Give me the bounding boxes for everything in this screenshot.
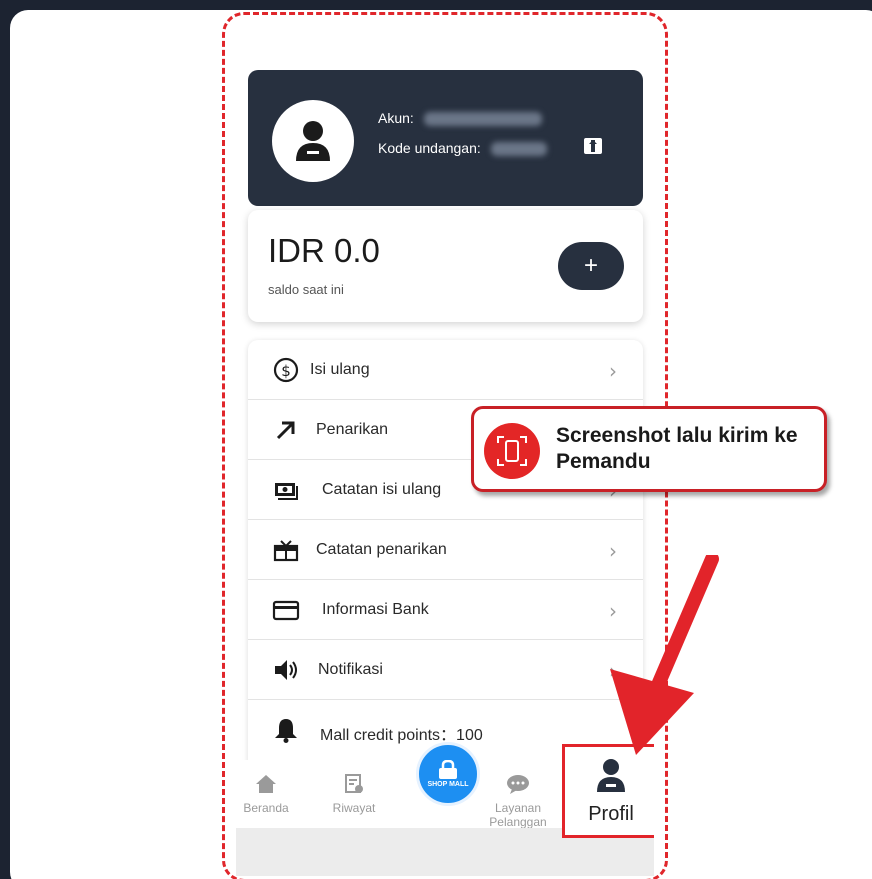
menu-item-label: Isi ulang: [310, 361, 370, 378]
history-icon: [345, 774, 363, 793]
svg-text:$: $: [281, 362, 291, 380]
screenshot-icon: [484, 423, 540, 479]
chevron-right-icon: ›: [609, 359, 617, 383]
avatar[interactable]: [272, 100, 354, 182]
menu-item-label: Penarikan: [316, 421, 389, 438]
nav-layanan-pelanggan[interactable]: Layanan Pelanggan: [486, 774, 550, 829]
nav-beranda[interactable]: Beranda: [238, 774, 294, 815]
menu-item-label: Catatan isi ulang: [322, 481, 442, 498]
shop-mall-label: SHOP MALL: [427, 781, 469, 788]
menu-item-label: Catatan penarikan: [316, 541, 447, 558]
invite-code-label: Kode undangan:: [378, 140, 481, 156]
menu-item-label: Mall credit points：100: [320, 727, 483, 744]
copy-icon[interactable]: [584, 138, 602, 154]
nav-riwayat[interactable]: Riwayat: [326, 774, 382, 815]
menu-list: $ Isi ulang › Penarikan › Catatan isi ul…: [248, 340, 643, 770]
shop-mall-button[interactable]: SHOP MALL: [416, 742, 480, 806]
nav-profil[interactable]: Profil: [562, 744, 654, 838]
instruction-callout: Screenshot lalu kirim ke Pemandu: [471, 406, 827, 492]
invite-code-redacted: [490, 142, 547, 157]
add-balance-button[interactable]: +: [558, 242, 624, 290]
nav-label: Layanan Pelanggan: [489, 801, 547, 829]
dollar-icon: $: [273, 357, 299, 383]
menu-item-label: Notifikasi: [318, 661, 383, 678]
user-icon: [597, 759, 625, 792]
balance-label: saldo saat ini: [268, 282, 344, 297]
speaker-icon: [275, 660, 297, 680]
gift-icon: [273, 540, 299, 562]
nav-label: Beranda: [243, 801, 289, 815]
balance-card: IDR 0.0 saldo saat ini +: [248, 210, 643, 322]
menu-item-notifikasi[interactable]: Notifikasi ›: [248, 640, 643, 700]
callout-text: Screenshot lalu kirim ke Pemandu: [556, 424, 798, 473]
pointer-arrow-icon: [610, 555, 719, 755]
card-icon: [272, 600, 300, 621]
menu-item-isi-ulang[interactable]: $ Isi ulang ›: [248, 340, 643, 400]
user-icon: [296, 121, 330, 161]
balance-amount: IDR 0.0: [268, 232, 380, 269]
cash-icon: [275, 483, 298, 500]
nav-label: Profil: [588, 803, 634, 825]
home-icon: [256, 775, 276, 793]
invite-code-line: Kode undangan:: [378, 140, 547, 157]
account-label: Akun:: [378, 110, 414, 126]
arrow-up-right-icon: [276, 421, 295, 440]
menu-item-informasi-bank[interactable]: Informasi Bank ›: [248, 580, 643, 640]
account-line: Akun:: [378, 110, 542, 127]
account-value-redacted: [423, 112, 542, 127]
bag-icon: [439, 760, 457, 779]
chat-icon: [507, 775, 529, 794]
profile-header: Akun: Kode undangan:: [248, 70, 643, 206]
bell-icon: [275, 719, 297, 743]
menu-item-label: Informasi Bank: [322, 601, 429, 618]
nav-label: Riwayat: [332, 801, 376, 815]
menu-item-catatan-penarikan[interactable]: Catatan penarikan ›: [248, 520, 643, 580]
